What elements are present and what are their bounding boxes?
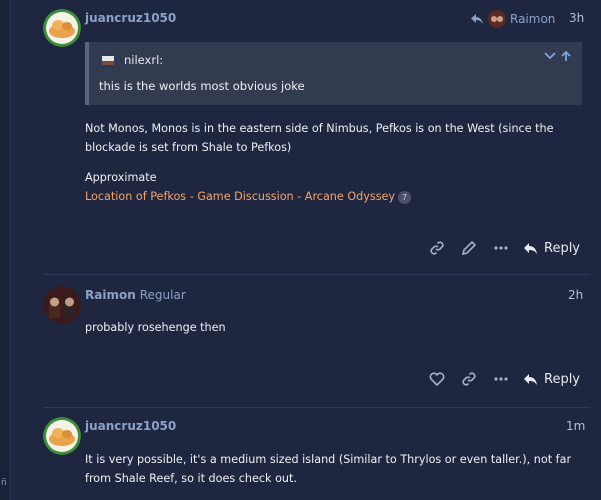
- rail-glyph: ñ: [1, 478, 7, 488]
- arrow-up-icon[interactable]: [560, 50, 572, 62]
- username[interactable]: Raimon: [85, 288, 136, 302]
- reply-button[interactable]: Reply: [523, 241, 580, 256]
- onebox-link-row: Location of Pefkos - Game Discussion - A…: [85, 187, 412, 206]
- username-row: Raimon Regular: [85, 288, 186, 302]
- avatar[interactable]: [43, 9, 81, 47]
- more-options-icon[interactable]: [485, 236, 517, 260]
- post-time[interactable]: 1m: [566, 419, 585, 433]
- quote-author: nilexrl:: [124, 53, 164, 67]
- edit-icon[interactable]: [453, 236, 485, 260]
- post-text: It is very possible, it's a medium sized…: [85, 453, 572, 485]
- username[interactable]: juancruz1050: [85, 419, 176, 433]
- quote-header: nilexrl:: [99, 51, 163, 69]
- link-icon[interactable]: [453, 367, 485, 391]
- username[interactable]: juancruz1050: [85, 11, 176, 25]
- post-actions: Reply: [421, 236, 580, 260]
- reply-icon: [523, 242, 538, 255]
- reply-to-username: Raimon: [510, 12, 556, 26]
- reply-to-indicator[interactable]: Raimon: [470, 10, 555, 28]
- link-click-count: 7: [398, 190, 412, 204]
- reply-arrow-icon: [470, 13, 484, 25]
- quote-block: nilexrl: this is the worlds most obvious…: [85, 42, 582, 105]
- onebox-link[interactable]: Location of Pefkos - Game Discussion - A…: [85, 190, 395, 203]
- post-text: probably rosehenge then: [85, 321, 226, 334]
- post-paragraph-label: Approximate: [85, 171, 157, 184]
- quote-controls[interactable]: [544, 50, 572, 62]
- quote-avatar: [99, 51, 117, 69]
- post-time[interactable]: 3h: [569, 11, 584, 25]
- link-icon[interactable]: [421, 236, 453, 260]
- post-time[interactable]: 2h: [568, 288, 583, 302]
- post-actions: Reply: [421, 367, 580, 391]
- post-divider: [44, 407, 590, 408]
- reply-to-avatar: [488, 10, 506, 28]
- more-options-icon[interactable]: [485, 367, 517, 391]
- quote-text: this is the worlds most obvious joke: [99, 79, 305, 93]
- reply-button[interactable]: Reply: [523, 372, 580, 387]
- post-paragraph: Not Monos, Monos is in the eastern side …: [85, 122, 554, 154]
- left-rail: ñ: [0, 0, 11, 500]
- avatar[interactable]: [43, 417, 81, 455]
- user-title: Regular: [139, 288, 186, 302]
- post-divider: [44, 274, 590, 275]
- reply-label: Reply: [544, 240, 581, 256]
- heart-icon[interactable]: [421, 367, 453, 391]
- avatar[interactable]: [43, 286, 81, 324]
- chevron-down-icon[interactable]: [544, 50, 556, 62]
- reply-icon: [523, 373, 538, 386]
- reply-label: Reply: [544, 371, 581, 387]
